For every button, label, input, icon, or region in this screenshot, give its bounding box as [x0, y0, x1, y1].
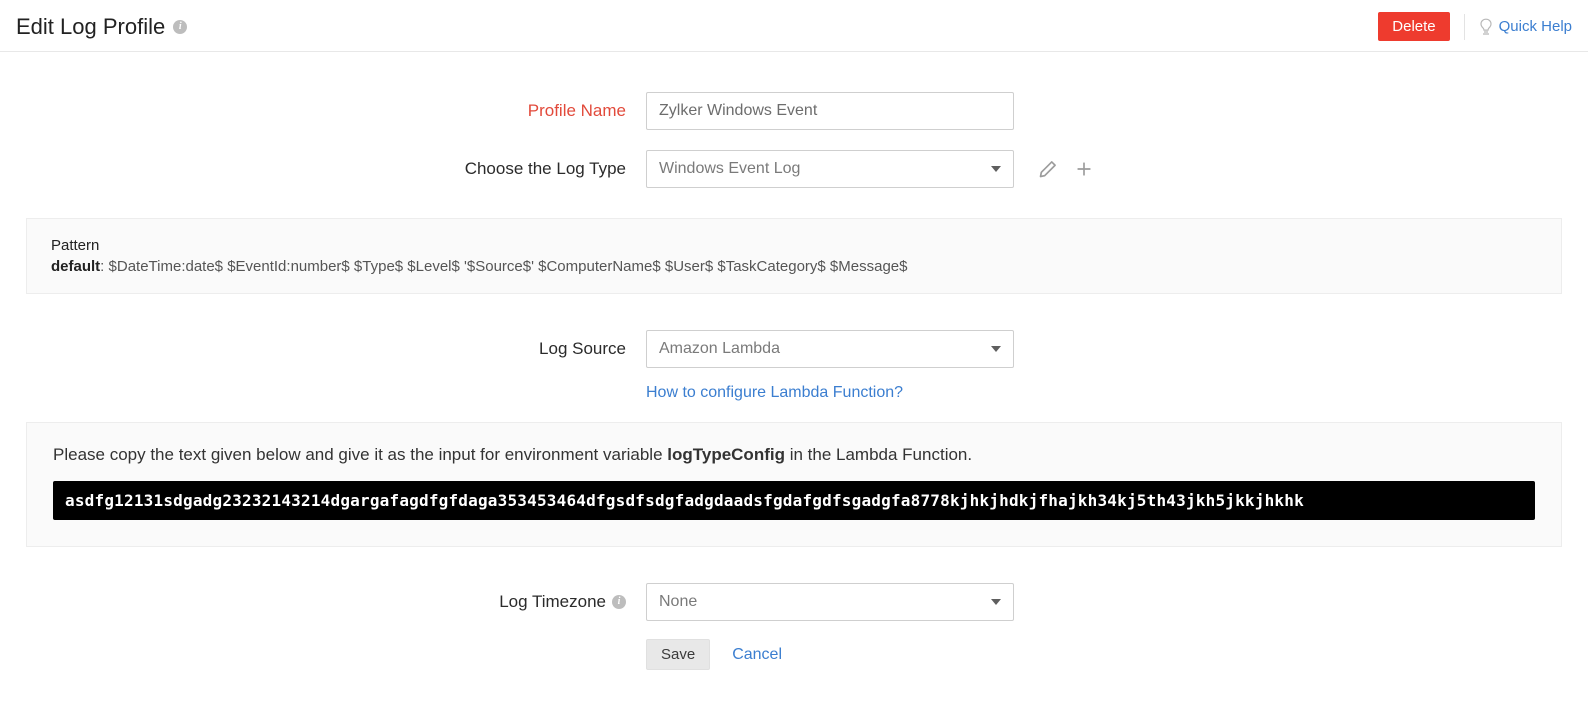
log-source-select[interactable]: Amazon Lambda — [646, 330, 1014, 368]
lambda-instruction-suffix: in the Lambda Function. — [785, 445, 972, 464]
lambda-help-link[interactable]: How to configure Lambda Function? — [646, 384, 903, 401]
cancel-link[interactable]: Cancel — [732, 646, 782, 664]
chevron-down-icon — [991, 346, 1001, 352]
page-title: Edit Log Profile — [16, 14, 165, 40]
divider — [1464, 14, 1465, 40]
pattern-line: default: $DateTime:date$ $EventId:number… — [51, 258, 1537, 275]
log-type-select[interactable]: Windows Event Log — [646, 150, 1014, 188]
lambda-config-panel: Please copy the text given below and giv… — [26, 422, 1562, 547]
log-timezone-label: Log Timezone i — [26, 592, 626, 612]
lambda-config-value[interactable]: asdfg12131sdgadg23232143214dgargafagdfgf… — [53, 481, 1535, 520]
log-timezone-select[interactable]: None — [646, 583, 1014, 621]
plus-icon[interactable] — [1074, 159, 1094, 179]
log-timezone-value: None — [659, 593, 697, 611]
page-header: Edit Log Profile i Delete Quick Help — [0, 0, 1588, 52]
log-type-value: Windows Event Log — [659, 160, 800, 178]
info-icon[interactable]: i — [612, 595, 626, 609]
pattern-name: default — [51, 258, 100, 275]
info-icon[interactable]: i — [173, 20, 187, 34]
quick-help-link[interactable]: Quick Help — [1479, 18, 1572, 36]
log-source-label: Log Source — [26, 339, 626, 359]
profile-name-input[interactable] — [646, 92, 1014, 130]
pattern-expression: $DateTime:date$ $EventId:number$ $Type$ … — [109, 258, 908, 275]
profile-name-label: Profile Name — [26, 101, 626, 121]
log-type-label: Choose the Log Type — [26, 159, 626, 179]
lambda-instruction-prefix: Please copy the text given below and giv… — [53, 445, 667, 464]
pattern-panel: Pattern default: $DateTime:date$ $EventI… — [26, 218, 1562, 294]
chevron-down-icon — [991, 166, 1001, 172]
quick-help-label: Quick Help — [1499, 18, 1572, 35]
form-content: Profile Name Choose the Log Type Windows… — [0, 52, 1588, 700]
pattern-heading: Pattern — [51, 237, 1537, 254]
log-source-value: Amazon Lambda — [659, 340, 780, 358]
lambda-env-var: logTypeConfig — [667, 445, 785, 464]
delete-button[interactable]: Delete — [1378, 12, 1449, 41]
chevron-down-icon — [991, 599, 1001, 605]
save-button[interactable]: Save — [646, 639, 710, 670]
bulb-icon — [1479, 18, 1493, 36]
edit-icon[interactable] — [1038, 159, 1058, 179]
lambda-instruction: Please copy the text given below and giv… — [53, 445, 1535, 465]
pattern-separator: : — [100, 258, 108, 275]
